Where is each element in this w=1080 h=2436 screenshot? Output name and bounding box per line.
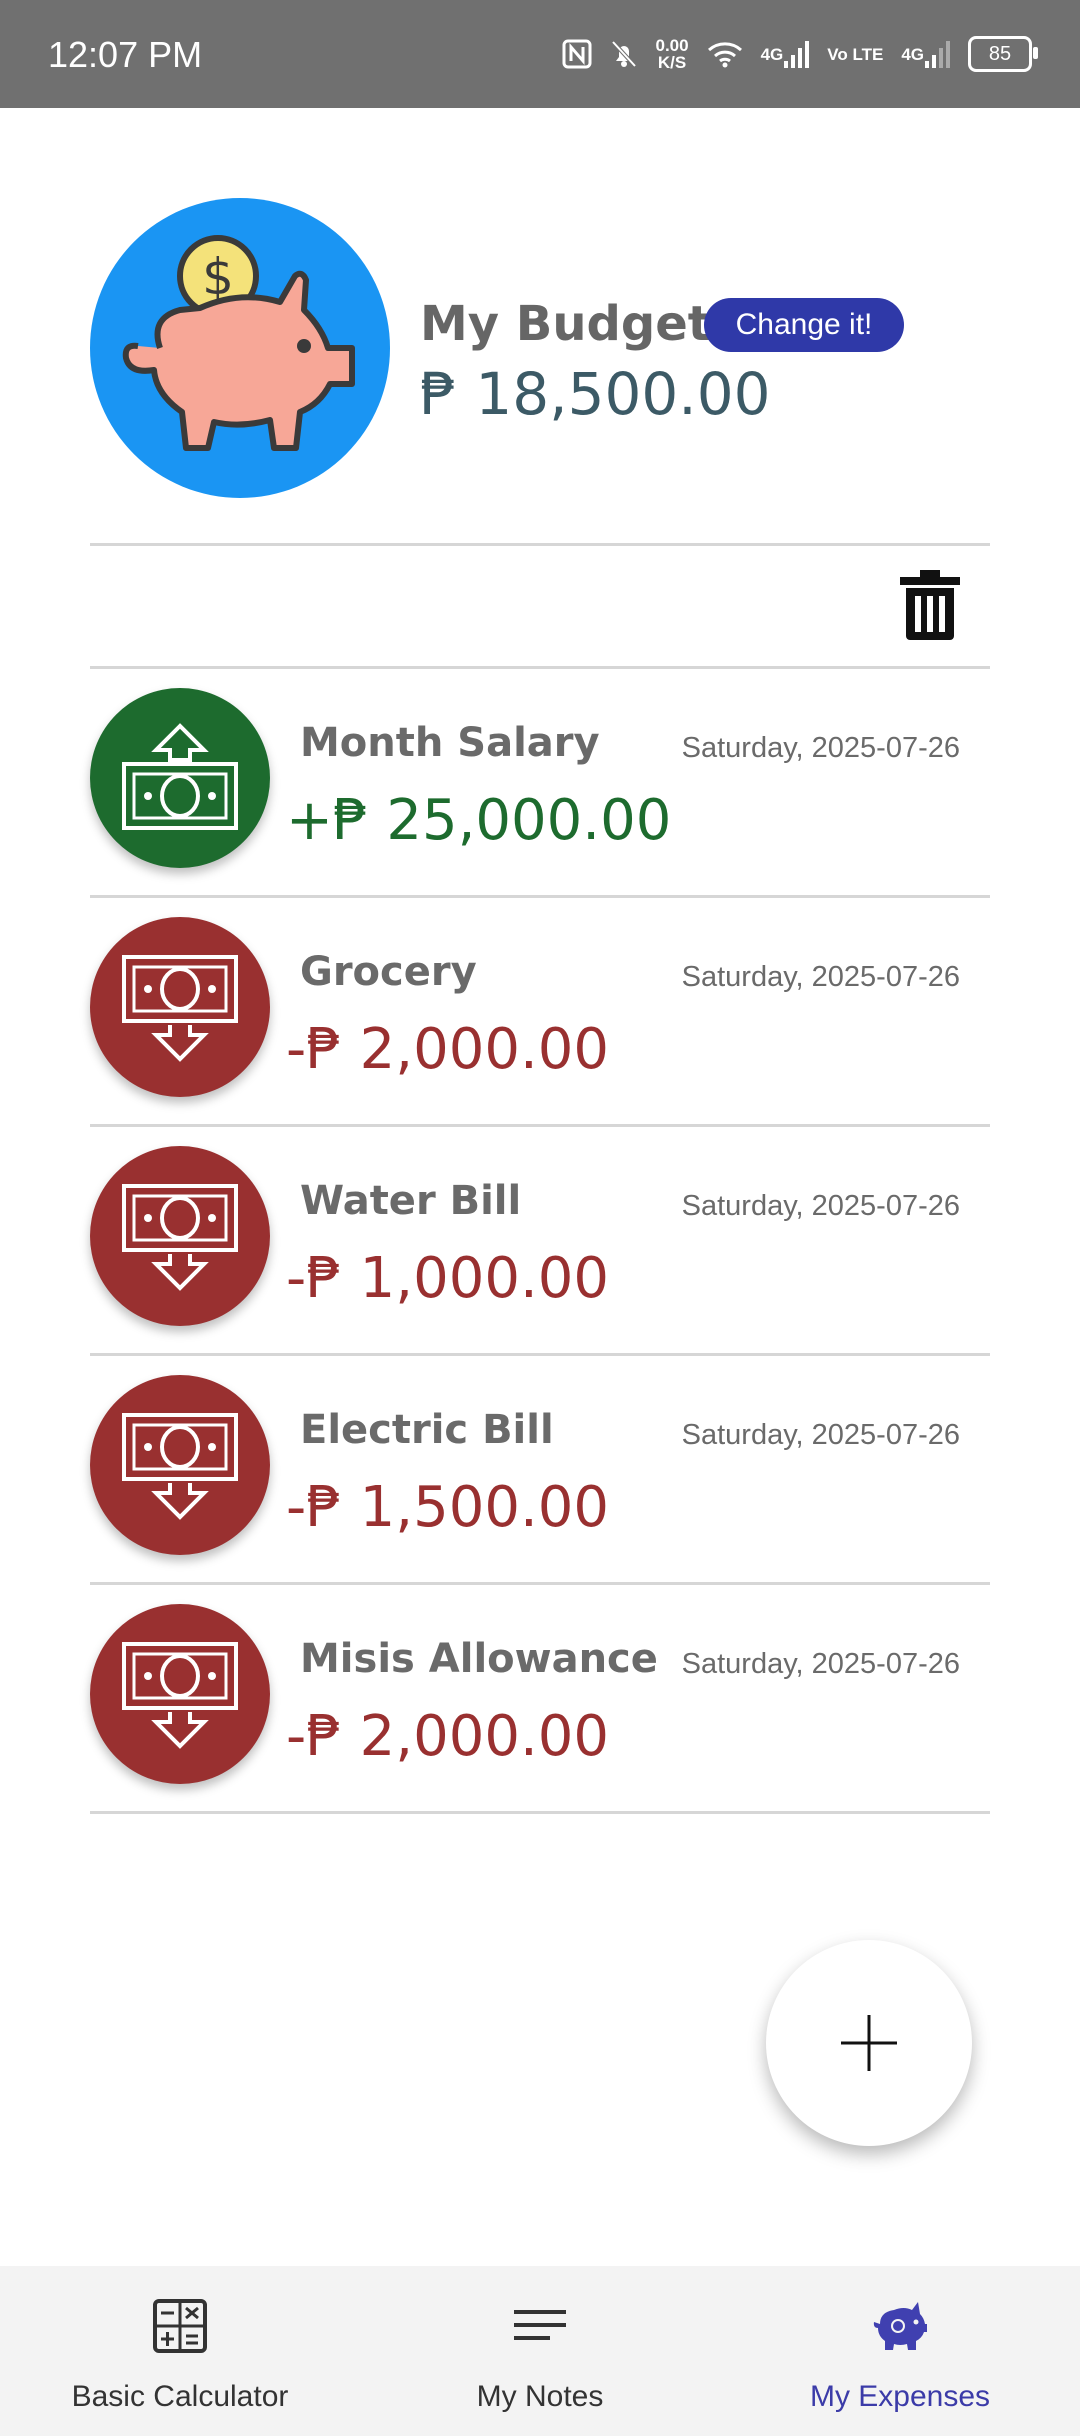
change-budget-button[interactable]: Change it!	[704, 298, 904, 352]
transaction-row[interactable]: Misis Allowance Saturday, 2025-07-26 -₱ …	[90, 1584, 990, 1813]
transaction-date: Saturday, 2025-07-26	[681, 961, 960, 993]
nav-my-expenses[interactable]: My Expenses	[720, 2266, 1080, 2436]
divider	[90, 1811, 990, 1814]
piggy-bank-icon	[873, 2302, 927, 2350]
expense-badge	[90, 1604, 270, 1784]
money-down-icon	[122, 955, 238, 1062]
money-down-icon	[122, 1184, 238, 1291]
transaction-amount: +₱ 25,000.00	[286, 788, 672, 853]
nav-my-notes[interactable]: My Notes	[360, 2266, 720, 2436]
transaction-row[interactable]: Water Bill Saturday, 2025-07-26 -₱ 1,000…	[90, 1126, 990, 1355]
signal-sim1-icon: 4G	[761, 39, 810, 69]
status-icons: 0.00 K/S 4G Vo LTE 4G 85	[562, 36, 1038, 72]
money-down-icon	[122, 1642, 238, 1749]
status-time: 12:07 PM	[48, 34, 203, 75]
piggy-bank-avatar: $	[90, 198, 390, 498]
money-down-icon	[122, 1413, 238, 1520]
transaction-row[interactable]: Month Salary Saturday, 2025-07-26 +₱ 25,…	[90, 668, 990, 897]
status-bar: 12:07 PM 0.00 K/S 4G Vo LTE 4G 85	[0, 0, 1080, 108]
expense-badge	[90, 1375, 270, 1555]
net-speed-unit: K/S	[657, 53, 687, 72]
mute-bell-icon	[610, 39, 638, 69]
transaction-date: Saturday, 2025-07-26	[681, 1648, 960, 1680]
transaction-name: Grocery	[300, 949, 477, 995]
transaction-row[interactable]: Electric Bill Saturday, 2025-07-26 -₱ 1,…	[90, 1355, 990, 1584]
add-transaction-button[interactable]	[766, 1940, 972, 2146]
budget-title: My Budget	[420, 296, 711, 352]
transaction-amount: -₱ 1,000.00	[286, 1246, 610, 1311]
signal-sim2-icon: 4G	[901, 39, 950, 69]
transaction-name: Month Salary	[300, 720, 600, 766]
transaction-amount: -₱ 1,500.00	[286, 1475, 610, 1540]
trash-icon	[900, 570, 960, 640]
transaction-amount: -₱ 2,000.00	[286, 1017, 610, 1082]
nav-label: My Notes	[476, 2380, 604, 2413]
transaction-amount: -₱ 2,000.00	[286, 1704, 610, 1769]
money-up-icon	[122, 723, 238, 830]
battery-indicator: 85	[968, 36, 1038, 72]
transaction-name: Electric Bill	[300, 1407, 554, 1453]
transaction-date: Saturday, 2025-07-26	[681, 732, 960, 764]
net-speed-indicator: 0.00 K/S	[656, 37, 689, 71]
sim2-network-type: 4G	[901, 44, 924, 64]
delete-all-button[interactable]	[898, 568, 962, 640]
transaction-name: Water Bill	[300, 1178, 522, 1224]
expense-badge	[90, 1146, 270, 1326]
nav-label: My Expenses	[809, 2380, 991, 2413]
expense-badge	[90, 917, 270, 1097]
transaction-row[interactable]: Grocery Saturday, 2025-07-26 -₱ 2,000.00	[90, 897, 990, 1126]
transaction-name: Misis Allowance	[300, 1636, 658, 1682]
nfc-icon	[562, 39, 592, 69]
calculator-icon	[153, 2299, 207, 2353]
notes-icon	[514, 2310, 566, 2340]
piggy-bank-icon: $	[122, 235, 355, 451]
income-badge	[90, 688, 270, 868]
nav-label: Basic Calculator	[71, 2380, 289, 2413]
plus-icon	[841, 2015, 897, 2071]
bottom-navigation: Basic Calculator My Notes My Expenses	[0, 2266, 1080, 2436]
nav-basic-calculator[interactable]: Basic Calculator	[0, 2266, 360, 2436]
transaction-date: Saturday, 2025-07-26	[681, 1190, 960, 1222]
sim1-network-type: 4G	[760, 44, 784, 64]
budget-amount: ₱ 18,500.00	[420, 360, 771, 428]
transaction-date: Saturday, 2025-07-26	[681, 1419, 960, 1451]
volte-icon: Vo LTE	[827, 44, 884, 64]
divider	[90, 543, 990, 546]
wifi-icon	[707, 40, 743, 68]
